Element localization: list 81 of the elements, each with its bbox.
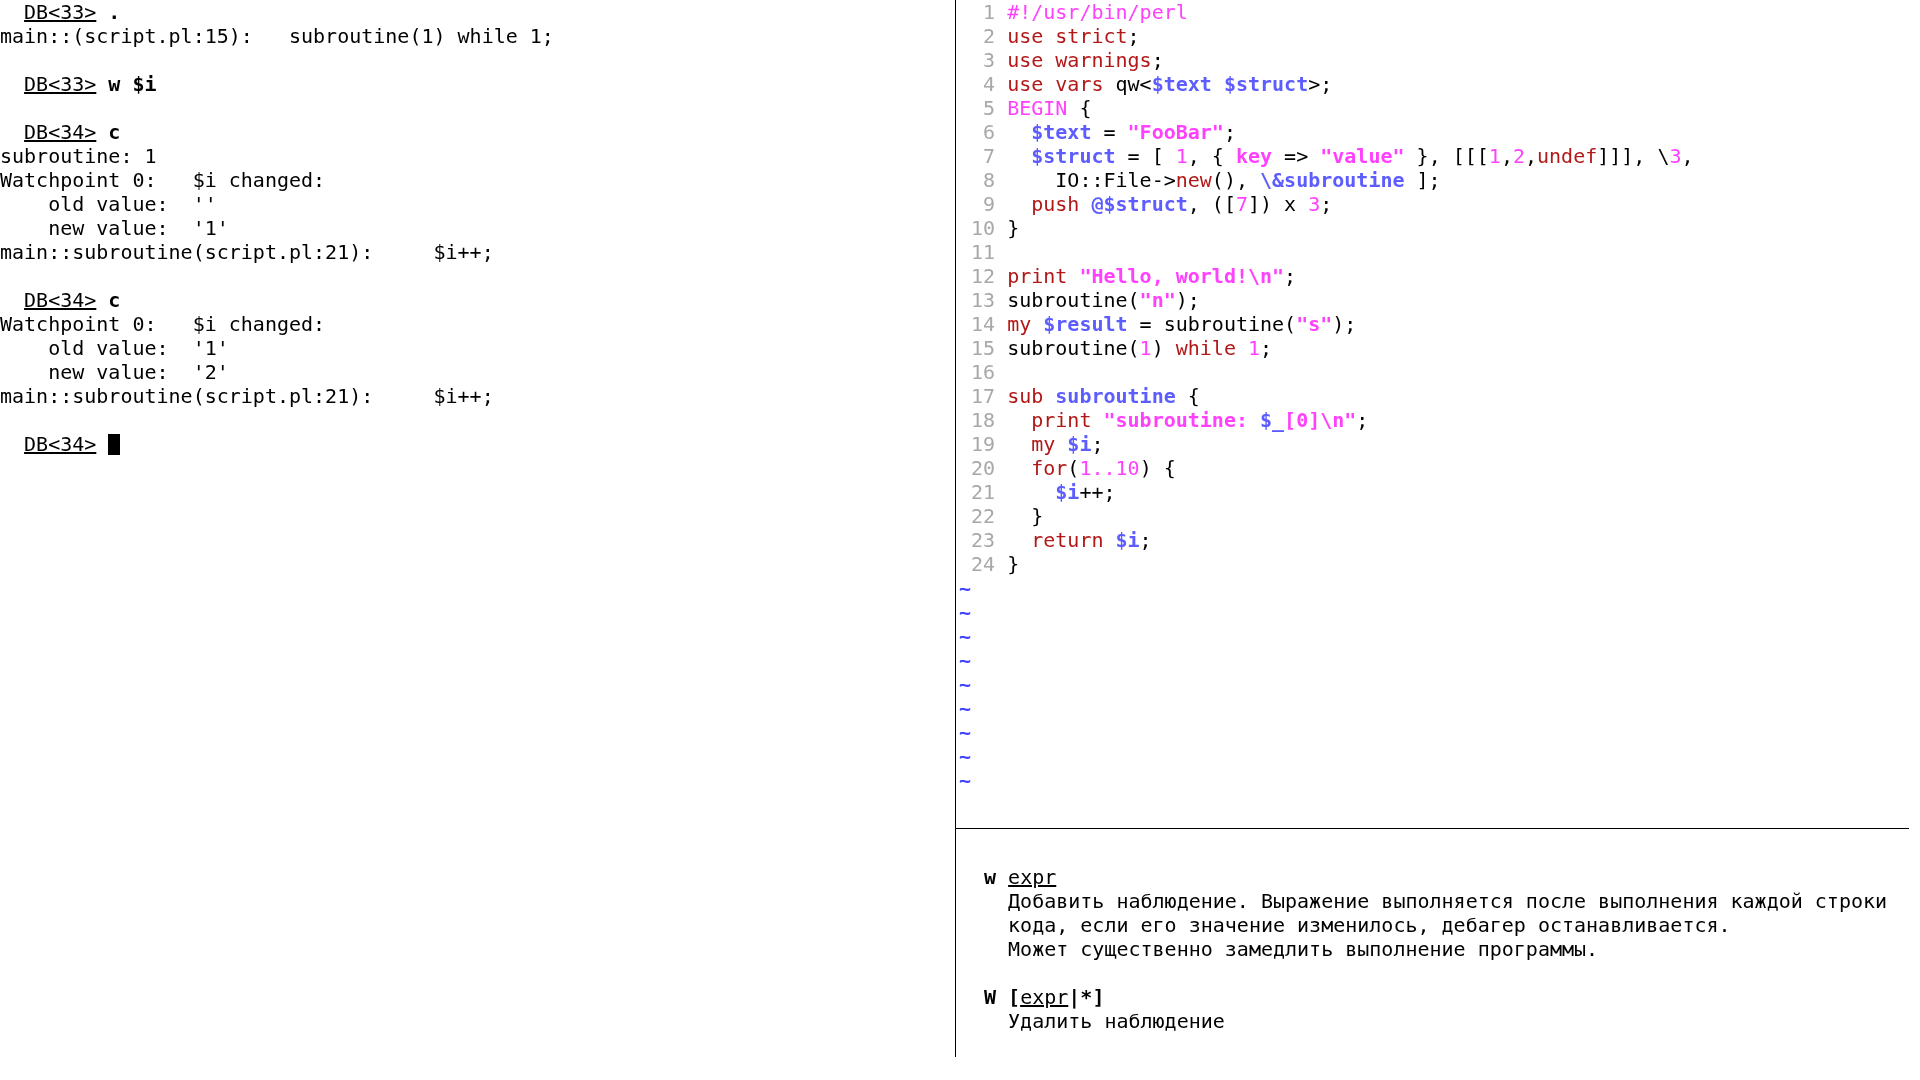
line-number: 18 xyxy=(970,408,996,432)
debugger-output: new value: '1' xyxy=(47,216,229,240)
code-line: $struct = [ 1, { key => "value" }, [[[1,2,undef]]], \3, xyxy=(1030,144,1694,168)
line-number: 21 xyxy=(970,480,996,504)
line-number: 6 xyxy=(982,120,996,144)
debugger-command: . xyxy=(108,0,121,24)
debugger-prompt: DB<34> xyxy=(24,288,97,312)
debugger-output: Watchpoint 0: $i changed: xyxy=(0,312,326,336)
debugger-prompt: DB<33> xyxy=(24,0,97,24)
empty-line-marker: ~ xyxy=(959,648,972,672)
line-number: 4 xyxy=(982,72,996,96)
empty-line-marker: ~ xyxy=(959,576,972,600)
code-line: } xyxy=(1030,504,1044,528)
code-line: my $i; xyxy=(1030,432,1104,456)
line-number: 20 xyxy=(970,456,996,480)
empty-line-marker: ~ xyxy=(959,600,972,624)
empty-line-marker: ~ xyxy=(959,744,972,768)
code-line: sub subroutine { xyxy=(1007,384,1200,408)
debugger-output: old value: '' xyxy=(47,192,217,216)
command-description: Может существенно замедлить выполнение программы. xyxy=(1008,937,1599,961)
line-number: 14 xyxy=(970,312,996,336)
line-number: 17 xyxy=(970,384,996,408)
line-number: 23 xyxy=(970,528,996,552)
line-number: 15 xyxy=(970,336,996,360)
debugger-command: c xyxy=(108,288,121,312)
empty-line-marker: ~ xyxy=(959,768,972,792)
code-line: for(1..10) { xyxy=(1030,456,1176,480)
code-line: IO::File->new(), \&subroutine ]; xyxy=(1054,168,1441,192)
code-line: use vars qw<$text $struct>; xyxy=(1007,72,1333,96)
debugger-output: old value: '1' xyxy=(47,336,229,360)
line-number: 12 xyxy=(970,264,996,288)
code-line: subroutine("n"); xyxy=(1007,288,1200,312)
debugger-command: c xyxy=(108,120,121,144)
code-line: my $result = subroutine("s"); xyxy=(1007,312,1357,336)
command-description: кода, если его значение изменилось, дебагер останавливается. xyxy=(1008,913,1731,937)
line-number: 16 xyxy=(970,360,996,384)
command-description: Удалить наблюдение xyxy=(1008,1009,1225,1033)
command-syntax: W [expr|*] xyxy=(984,985,1105,1009)
command-description: Добавить наблюдение. Выражение выполняется после выполнения каждой строки xyxy=(1008,889,1888,913)
debugger-output: main::subroutine(script.pl:21): $i++; xyxy=(0,240,494,264)
empty-line-marker: ~ xyxy=(959,696,972,720)
code-line: subroutine(1) while 1; xyxy=(1007,336,1273,360)
line-number: 24 xyxy=(970,552,996,576)
line-number: 8 xyxy=(982,168,996,192)
code-line: } xyxy=(1007,216,1020,240)
text-cursor xyxy=(108,433,121,455)
code-line: } xyxy=(1007,552,1020,576)
code-line: $text = "FooBar"; xyxy=(1030,120,1236,144)
line-number: 3 xyxy=(982,48,996,72)
line-number: 11 xyxy=(970,240,996,264)
debugger-prompt: DB<34> xyxy=(24,120,97,144)
command-syntax: w expr xyxy=(984,865,1057,889)
empty-line-marker: ~ xyxy=(959,672,972,696)
code-line: return $i; xyxy=(1030,528,1152,552)
debugger-output: main::(script.pl:15): subroutine(1) while 1; xyxy=(0,24,554,48)
code-line: #!/usr/bin/perl xyxy=(1007,0,1188,24)
code-line: use warnings; xyxy=(1007,48,1164,72)
empty-line-marker: ~ xyxy=(959,720,972,744)
debugger-output: main::subroutine(script.pl:21): $i++; xyxy=(0,384,494,408)
line-number: 10 xyxy=(970,216,996,240)
line-number: 7 xyxy=(982,144,996,168)
line-number: 22 xyxy=(970,504,996,528)
line-number: 9 xyxy=(982,192,996,216)
debugger-command: w $i xyxy=(108,72,157,96)
code-line: BEGIN { xyxy=(1007,96,1092,120)
empty-line-marker: ~ xyxy=(959,624,972,648)
line-number: 2 xyxy=(982,24,996,48)
debugger-output: new value: '2' xyxy=(47,360,229,384)
debugger-output: subroutine: 1 xyxy=(0,144,157,168)
debugger-output: Watchpoint 0: $i changed: xyxy=(0,168,326,192)
code-line: $i++; xyxy=(1054,480,1116,504)
code-line: use strict; xyxy=(1007,24,1140,48)
code-line: push @$struct, ([7]) x 3; xyxy=(1030,192,1333,216)
debugger-prompt: DB<34> xyxy=(24,432,97,456)
line-number: 19 xyxy=(970,432,996,456)
code-line: print "Hello, world!\n"; xyxy=(1007,264,1297,288)
code-line: print "subroutine: $_[0]\n"; xyxy=(1030,408,1369,432)
line-number: 5 xyxy=(982,96,996,120)
debugger-prompt: DB<33> xyxy=(24,72,97,96)
line-number: 1 xyxy=(982,0,996,24)
line-number: 13 xyxy=(970,288,996,312)
